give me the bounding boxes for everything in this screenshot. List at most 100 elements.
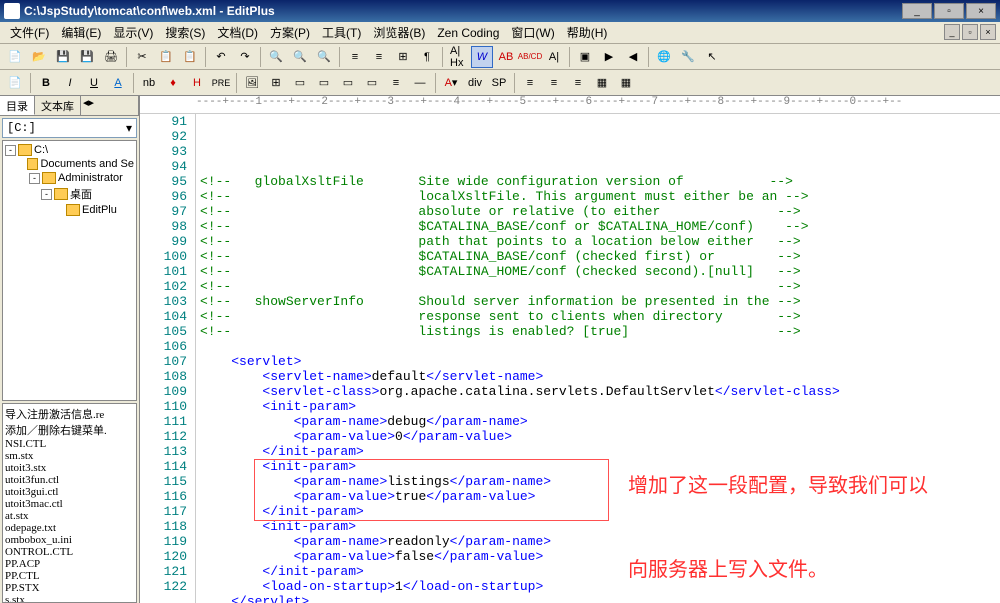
wrap-icon[interactable]: ≡ xyxy=(344,46,366,68)
font-color-icon[interactable]: A▾ xyxy=(440,72,462,94)
file-item[interactable]: at.stx xyxy=(5,510,134,522)
hex-icon[interactable]: A| Hx xyxy=(447,46,469,68)
file-item[interactable]: odepage.txt xyxy=(5,522,134,534)
next-bookmark-icon[interactable]: ▶ xyxy=(598,46,620,68)
drive-combo[interactable]: [C:] ▾ xyxy=(2,118,137,138)
file-item[interactable]: PP.ACP xyxy=(5,558,134,570)
code-line[interactable]: <servlet-class>org.apache.catalina.servl… xyxy=(200,384,1000,399)
nbsp-button[interactable]: nb xyxy=(138,72,160,94)
menu-file[interactable]: 文件(F) xyxy=(4,22,55,43)
undo-icon[interactable]: ↶ xyxy=(210,46,232,68)
code-line[interactable]: <!-- localXsltFile. This argument must e… xyxy=(200,189,1000,204)
menu-help[interactable]: 帮助(H) xyxy=(561,22,614,43)
grid-icon[interactable]: ▦ xyxy=(615,72,637,94)
span-button[interactable]: SP xyxy=(488,72,510,94)
file-item[interactable]: NSI.CTL xyxy=(5,438,134,450)
menu-tools[interactable]: 工具(T) xyxy=(316,22,367,43)
heading-button[interactable]: H xyxy=(186,72,208,94)
code-line[interactable]: <servlet> xyxy=(200,354,1000,369)
line-num-icon[interactable]: ≡ xyxy=(368,46,390,68)
menu-edit[interactable]: 编辑(E) xyxy=(55,22,107,43)
tab-more[interactable]: ◂▸ xyxy=(81,96,139,115)
code-line[interactable]: <init-param> xyxy=(200,399,1000,414)
italic-button[interactable]: I xyxy=(59,72,81,94)
code-line[interactable]: <!-- absolute or relative (to either --> xyxy=(200,204,1000,219)
code-line[interactable]: <!-- --> xyxy=(200,279,1000,294)
redo-icon[interactable]: ↷ xyxy=(234,46,256,68)
align-left-icon[interactable]: ≡ xyxy=(519,72,541,94)
menu-project[interactable]: 方案(P) xyxy=(264,22,316,43)
file-item[interactable]: PP.STX xyxy=(5,582,134,594)
file-item[interactable]: 添加／删除右键菜单. xyxy=(5,422,134,438)
bookmark-icon[interactable]: ▣ xyxy=(574,46,596,68)
file-item[interactable]: ombobox_u.ini xyxy=(5,534,134,546)
maximize-button[interactable]: ▫ xyxy=(934,3,964,19)
tab-cliptext[interactable]: 文本库 xyxy=(35,96,81,115)
file-item[interactable]: ONTROL.CTL xyxy=(5,546,134,558)
mdi-close[interactable]: × xyxy=(980,24,996,40)
save-all-icon[interactable]: 💾 xyxy=(76,46,98,68)
file-list[interactable]: 导入注册激活信息.re添加／删除右键菜单.NSI.CTLsm.stx utoit3… xyxy=(2,403,137,603)
tools-icon[interactable]: 🔧 xyxy=(677,46,699,68)
open-file-icon[interactable]: 📂 xyxy=(28,46,50,68)
pre-button[interactable]: PRE xyxy=(210,72,232,94)
image-icon[interactable]: 🖼 xyxy=(241,72,263,94)
browser-icon[interactable]: 🌐 xyxy=(653,46,675,68)
directory-tree[interactable]: -C:\Documents and Se-Administrator-桌面Edi… xyxy=(2,140,137,401)
anchor-button[interactable]: A xyxy=(107,72,129,94)
file-item[interactable]: utoit3mac.ctl xyxy=(5,498,134,510)
menu-search[interactable]: 搜索(S) xyxy=(159,22,211,43)
file-item[interactable]: 导入注册激活信息.re xyxy=(5,406,134,422)
tree-item[interactable]: -桌面 xyxy=(5,185,134,203)
code-line[interactable]: <!-- $CATALINA_BASE/conf (checked first)… xyxy=(200,249,1000,264)
code-line[interactable]: <servlet-name>default</servlet-name> xyxy=(200,369,1000,384)
file-item[interactable]: PP.CTL xyxy=(5,570,134,582)
column-icon[interactable]: ⊞ xyxy=(392,46,414,68)
symbol-button[interactable]: ♦ xyxy=(162,72,184,94)
compare-icon[interactable]: AB/CD xyxy=(519,46,541,68)
word-wrap-icon[interactable]: W xyxy=(471,46,493,68)
prev-bookmark-icon[interactable]: ◀ xyxy=(622,46,644,68)
file-item[interactable]: utoit3gui.ctl xyxy=(5,486,134,498)
menu-browser[interactable]: 浏览器(B) xyxy=(367,22,431,43)
mdi-restore[interactable]: ▫ xyxy=(962,24,978,40)
menu-view[interactable]: 显示(V) xyxy=(107,22,159,43)
align-center-icon[interactable]: ≡ xyxy=(543,72,565,94)
menu-document[interactable]: 文档(D) xyxy=(211,22,264,43)
print-icon[interactable]: 🖨 xyxy=(100,46,122,68)
pointer-icon[interactable]: ↖ xyxy=(701,46,723,68)
find-next-icon[interactable]: 🔍 xyxy=(313,46,335,68)
bold-button[interactable]: B xyxy=(35,72,57,94)
page-icon[interactable]: 📄 xyxy=(4,72,26,94)
menu-window[interactable]: 窗口(W) xyxy=(505,22,560,43)
div-button[interactable]: div xyxy=(464,72,486,94)
whitespace-icon[interactable]: ¶ xyxy=(416,46,438,68)
close-button[interactable]: × xyxy=(966,3,996,19)
file-item[interactable]: sm.stx xyxy=(5,450,134,462)
copy-icon[interactable]: 📋 xyxy=(155,46,177,68)
code-line[interactable]: <!-- globalXsltFile Site wide configurat… xyxy=(200,174,1000,189)
tab-directory[interactable]: 目录 xyxy=(0,96,35,115)
table-icon[interactable]: ⊞ xyxy=(265,72,287,94)
replace-icon[interactable]: 🔍 xyxy=(289,46,311,68)
list-icon[interactable]: ≡ xyxy=(385,72,407,94)
save-icon[interactable]: 💾 xyxy=(52,46,74,68)
code-line[interactable]: <!-- showServerInfo Should server inform… xyxy=(200,294,1000,309)
input-icon[interactable]: ▭ xyxy=(313,72,335,94)
align-right-icon[interactable]: ≡ xyxy=(567,72,589,94)
code-line[interactable]: <!-- listings is enabled? [true] --> xyxy=(200,324,1000,339)
paste-icon[interactable]: 📋 xyxy=(179,46,201,68)
file-item[interactable]: utoit3fun.ctl xyxy=(5,474,134,486)
tree-item[interactable]: -C:\ xyxy=(5,143,134,157)
insert-icon[interactable]: A| xyxy=(543,46,565,68)
code-line[interactable]: <!-- $CATALINA_HOME/conf (checked second… xyxy=(200,264,1000,279)
find-icon[interactable]: 🔍 xyxy=(265,46,287,68)
tree-item[interactable]: -Administrator xyxy=(5,171,134,185)
menu-zen[interactable]: Zen Coding xyxy=(431,24,505,42)
cut-icon[interactable]: ✂ xyxy=(131,46,153,68)
textarea-icon[interactable]: ▭ xyxy=(361,72,383,94)
code-line[interactable]: <!-- $CATALINA_BASE/conf or $CATALINA_HO… xyxy=(200,219,1000,234)
hr-icon[interactable]: — xyxy=(409,72,431,94)
form-icon[interactable]: ▭ xyxy=(289,72,311,94)
code-lines[interactable]: 增加了这一段配置，导致我们可以 向服务器上写入文件。 <!-- globalXs… xyxy=(196,114,1000,603)
